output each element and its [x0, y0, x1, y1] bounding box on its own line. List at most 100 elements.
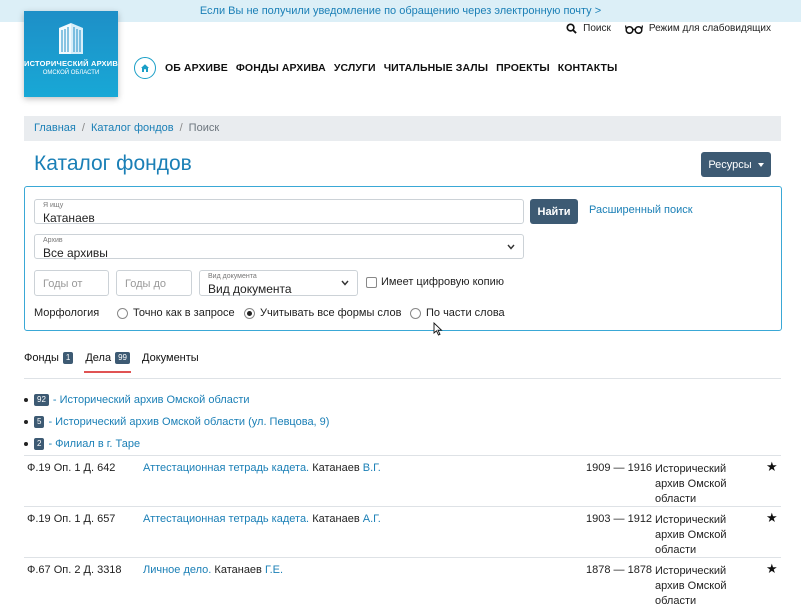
notice-bar[interactable]: Если Вы не получили уведомление по обращ… — [0, 0, 801, 22]
home-icon — [141, 64, 149, 72]
resources-dropdown-button[interactable]: Ресурсы — [701, 152, 771, 177]
nav-item-projects[interactable]: ПРОЕКТЫ — [496, 62, 550, 74]
nav-item-services[interactable]: УСЛУГИ — [334, 62, 376, 74]
case-archive: Исторический архив Омской области — [655, 514, 727, 556]
case-initials: А.Г. — [362, 513, 381, 525]
search-form: Я ищу Катанаев Найти Расширенный поиск А… — [24, 186, 782, 331]
case-cipher: Ф.67 Оп. 2 Д. 3318 — [27, 564, 122, 576]
morph-radio-all-forms-label[interactable]: Учитывать все формы слов — [260, 307, 401, 319]
count-badge: 92 — [34, 394, 49, 406]
building-icon — [59, 23, 83, 54]
breadcrumb-separator: / — [81, 122, 85, 134]
main-nav: ОБ АРХИВЕ ФОНДЫ АРХИВА УСЛУГИ ЧИТАЛЬНЫЕ … — [134, 57, 625, 79]
archive-logo[interactable]: ИСТОРИЧЕСКИЙ АРХИВ ОМСКОЙ ОБЛАСТИ — [24, 11, 118, 97]
search-link[interactable]: Поиск — [566, 23, 611, 34]
breadcrumb-catalog[interactable]: Каталог фондов — [91, 122, 174, 134]
case-archive: Исторический архив Омской области — [655, 565, 727, 606]
tab-documents[interactable]: Документы — [142, 346, 199, 370]
home-button[interactable] — [134, 57, 156, 79]
list-item: 92 - Исторический архив Омской области — [24, 389, 329, 411]
case-title-link[interactable]: Аттестационная тетрадь кадета. Катанаев … — [143, 513, 381, 525]
list-item: 5 - Исторический архив Омской области (у… — [24, 411, 329, 433]
case-surname: Катанаев — [312, 513, 360, 525]
nav-item-about[interactable]: ОБ АРХИВЕ — [165, 62, 228, 74]
top-tools: Поиск Режим для слабовидящих — [552, 23, 771, 34]
tabs-divider — [24, 378, 781, 379]
bullet — [24, 442, 28, 446]
morph-radio-partial[interactable] — [410, 308, 421, 319]
logo-title: ИСТОРИЧЕСКИЙ АРХИВ — [24, 59, 118, 68]
doc-type-select[interactable]: Вид документа Вид документа — [199, 270, 358, 296]
doc-type-label: Вид документа — [208, 273, 257, 280]
count-badge: 99 — [115, 352, 130, 364]
tab-documents-label: Документы — [142, 352, 199, 364]
year-from-placeholder: Годы от — [43, 278, 83, 290]
digital-copy-label[interactable]: Имеет цифровую копию — [381, 276, 504, 288]
morph-radio-all-forms[interactable] — [244, 308, 255, 319]
chevron-down-icon — [341, 280, 349, 286]
year-to-input[interactable]: Годы до — [116, 270, 192, 296]
nav-item-contacts[interactable]: КОНТАКТЫ — [558, 62, 618, 74]
logo-subtitle: ОМСКОЙ ОБЛАСТИ — [42, 70, 100, 76]
case-title-text: Личное дело. — [143, 564, 212, 576]
query-input[interactable]: Я ищу Катанаев — [34, 199, 524, 225]
nav-item-funds[interactable]: ФОНДЫ АРХИВА — [236, 62, 326, 74]
tab-cases-label: Дела — [85, 352, 112, 364]
archive-filter-link[interactable]: - Филиал в г. Таре — [48, 438, 140, 450]
case-initials: Г.Е. — [264, 564, 284, 576]
bullet — [24, 398, 28, 402]
query-input-label: Я ищу — [43, 202, 64, 209]
case-dates: 1878 — 1878 — [586, 564, 653, 576]
tab-funds[interactable]: Фонды 1 — [24, 346, 74, 370]
tab-cases[interactable]: Дела 99 — [84, 346, 131, 373]
year-from-input[interactable]: Годы от — [34, 270, 109, 296]
morph-radio-exact[interactable] — [117, 308, 128, 319]
glasses-icon — [624, 24, 643, 34]
case-archive: Исторический архив Омской области — [655, 463, 727, 505]
archive-select-value: Все архивы — [43, 246, 108, 260]
case-initials: В.Г. — [362, 462, 381, 474]
breadcrumb-separator: / — [179, 122, 183, 134]
star-icon[interactable]: ★ — [766, 510, 778, 526]
breadcrumb-current: Поиск — [188, 122, 220, 134]
find-button[interactable]: Найти — [530, 199, 578, 224]
search-icon — [566, 23, 577, 34]
morph-radio-exact-label[interactable]: Точно как в запросе — [133, 307, 235, 319]
morph-radio-partial-label[interactable]: По части слова — [426, 307, 505, 319]
resources-button-label: Ресурсы — [708, 158, 752, 171]
archive-filter-link[interactable]: - Исторический архив Омской области — [53, 394, 250, 406]
case-title-link[interactable]: Аттестационная тетрадь кадета. Катанаев … — [143, 462, 381, 474]
caret-down-icon — [757, 162, 764, 167]
archive-select-label: Архив — [43, 237, 63, 244]
mouse-cursor-icon — [433, 322, 443, 336]
low-vision-mode-link[interactable]: Режим для слабовидящих — [624, 23, 771, 34]
year-to-placeholder: Годы до — [125, 278, 167, 290]
search-link-label: Поиск — [583, 23, 611, 34]
morphology-label: Морфология — [34, 307, 100, 319]
result-tabs: Фонды 1 Дела 99 Документы — [24, 346, 211, 373]
page-title: Каталог фондов — [34, 152, 192, 175]
archive-filter-link[interactable]: - Исторический архив Омской области (ул.… — [48, 416, 329, 428]
star-icon[interactable]: ★ — [766, 459, 778, 475]
table-row: Ф.19 Оп. 1 Д. 657 Аттестационная тетрадь… — [24, 506, 781, 557]
tab-funds-label: Фонды — [24, 352, 59, 364]
case-title-text: Аттестационная тетрадь кадета. — [143, 513, 310, 525]
advanced-search-link[interactable]: Расширенный поиск — [589, 204, 693, 216]
breadcrumb: Главная / Каталог фондов / Поиск — [24, 116, 781, 141]
case-title-link[interactable]: Личное дело. Катанаев Г.Е. — [143, 564, 283, 576]
chevron-down-icon — [507, 244, 515, 250]
nav-item-reading-rooms[interactable]: ЧИТАЛЬНЫЕ ЗАЛЫ — [384, 62, 488, 74]
case-cipher: Ф.19 Оп. 1 Д. 642 — [27, 462, 116, 474]
breadcrumb-home[interactable]: Главная — [34, 122, 76, 134]
case-title-text: Аттестационная тетрадь кадета. — [143, 462, 310, 474]
results-table: Ф.19 Оп. 1 Д. 642 Аттестационная тетрадь… — [24, 455, 781, 606]
digital-copy-checkbox[interactable] — [366, 277, 377, 288]
case-dates: 1903 — 1912 — [586, 513, 653, 525]
case-surname: Катанаев — [312, 462, 360, 474]
table-row: Ф.19 Оп. 1 Д. 642 Аттестационная тетрадь… — [24, 455, 781, 506]
count-badge: 5 — [34, 416, 45, 428]
archive-select[interactable]: Архив Все архивы — [34, 234, 524, 260]
archive-facet-list: 92 - Исторический архив Омской области 5… — [24, 389, 329, 455]
star-icon[interactable]: ★ — [766, 561, 778, 577]
bullet — [24, 420, 28, 424]
